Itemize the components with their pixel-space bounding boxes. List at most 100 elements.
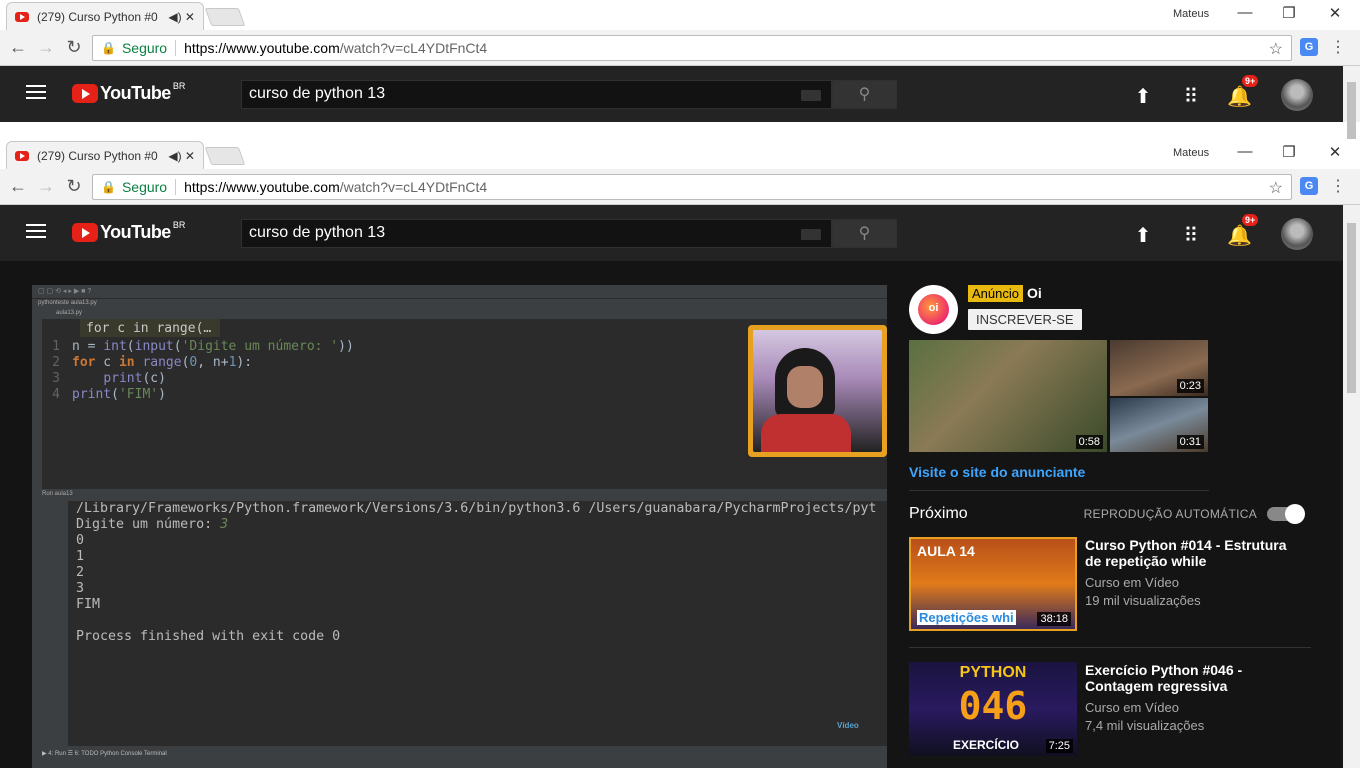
restore-icon[interactable]: ❐ [1279, 4, 1299, 22]
video-title[interactable]: Exercício Python #046 - Contagem regress… [1085, 662, 1305, 694]
avatar[interactable] [1281, 218, 1313, 250]
channel-name[interactable]: Curso em Vídeo [1085, 575, 1305, 590]
duration-badge: 0:23 [1176, 379, 1204, 393]
ad-header: oi Anúncio Oi INSCREVER-SE [909, 285, 1309, 334]
reload-icon[interactable]: ↻ [63, 37, 85, 58]
visit-advertiser-link[interactable]: Visite o site do anunciante [909, 464, 1309, 480]
advertiser-logo[interactable]: oi [909, 285, 958, 334]
search-input[interactable]: curso de python 13 [241, 80, 832, 109]
scrollbar[interactable] [1343, 66, 1360, 139]
back-icon[interactable]: ← [7, 176, 29, 197]
profile-name[interactable]: Mateus [1173, 147, 1209, 159]
menu-icon[interactable]: ⋮ [1330, 37, 1346, 57]
console-output: 0 1 2 3 FIM Process finished with exit code 0 [76, 533, 879, 645]
youtube-logo[interactable]: YouTube BR [72, 81, 185, 104]
forward-icon[interactable]: → [35, 37, 57, 58]
divider [175, 179, 177, 195]
hamburger-icon[interactable] [26, 224, 46, 240]
line-number: 1 [52, 339, 60, 354]
ide-file-tab: aula13.py [32, 309, 887, 319]
reload-icon[interactable]: ↻ [63, 176, 85, 197]
recommended-video[interactable]: AULA 14 Repetições whi 38:18 Curso Pytho… [909, 537, 1309, 631]
youtube-favicon-icon [15, 150, 29, 161]
code-lines: 1n = int(input('Digite um número: ')) 2 fo… [42, 339, 354, 403]
thumbnail-text: PYTHON [959, 664, 1027, 681]
browser-tab[interactable]: (279) Curso Python #0 ◀) ✕ [6, 2, 204, 30]
tab-audio-close-icons[interactable]: ◀) ✕ [168, 10, 195, 24]
apps-icon[interactable]: ⠿ [1179, 223, 1203, 248]
close-icon[interactable]: ✕ [1325, 4, 1345, 22]
ad-video-thumbnail[interactable]: 0:31 [1110, 398, 1208, 452]
code-token: )) [338, 339, 354, 354]
scrollbar[interactable] [1343, 205, 1360, 768]
code-token: 'FIM' [118, 387, 159, 402]
video-thumbnail[interactable]: AULA 14 Repetições whi 38:18 [909, 537, 1077, 631]
video-title[interactable]: Curso Python #014 - Estrutura de repetiç… [1085, 537, 1305, 569]
new-tab-button[interactable] [204, 147, 246, 165]
code-token: c [95, 355, 119, 370]
view-count: 19 mil visualizações [1085, 593, 1201, 608]
run-console: /Library/Frameworks/Python.framework/Ver… [68, 501, 887, 746]
ad-video-thumbnail[interactable]: 0:58 [909, 340, 1107, 452]
url-host: https://www.youtube.com [184, 179, 340, 195]
browser-tab[interactable]: (279) Curso Python #0 ◀) ✕ [6, 141, 204, 169]
duration-badge: 0:31 [1176, 435, 1204, 449]
forward-icon[interactable]: → [35, 176, 57, 197]
recommended-video[interactable]: PYTHON 046 EXERCÍCIO 7:25 Exercício Pyth… [909, 662, 1309, 756]
hamburger-icon[interactable] [26, 85, 46, 101]
tab-audio-close-icons[interactable]: ◀) ✕ [168, 149, 195, 163]
code-token: , n+ [197, 355, 229, 370]
browser-window: (279) Curso Python #0 ◀) ✕ Mateus — ❐ ✕ … [0, 139, 1360, 768]
translate-icon[interactable]: G [1300, 38, 1318, 56]
advertiser-name[interactable]: Oi [1027, 285, 1042, 301]
console-line: 2 [76, 565, 85, 580]
code-token: print [72, 387, 112, 402]
upload-icon[interactable]: ⬆ [1131, 223, 1155, 248]
thumbnail-text: AULA 14 [917, 543, 975, 559]
keyboard-icon[interactable] [801, 90, 821, 101]
browser-window-back: (279) Curso Python #0 ◀) ✕ Mateus — ❐ ✕ … [0, 0, 1360, 139]
keyboard-icon[interactable] [801, 229, 821, 240]
search-button[interactable]: ⚲ [832, 80, 897, 109]
translate-icon[interactable]: G [1300, 177, 1318, 195]
scrollbar-thumb[interactable] [1347, 82, 1356, 139]
profile-name[interactable]: Mateus [1173, 8, 1209, 20]
search-input[interactable]: curso de python 13 [241, 219, 832, 248]
code-line: 4 print('FIM') [42, 387, 354, 403]
new-tab-button[interactable] [204, 8, 246, 26]
back-icon[interactable]: ← [7, 37, 29, 58]
video-player[interactable]: ▢ ▢ ⟲ ◂ ▸ ▶ ■ ? pythonteste aula13.py au… [32, 285, 887, 768]
star-icon[interactable]: ☆ [1269, 178, 1283, 198]
star-icon[interactable]: ☆ [1269, 39, 1283, 59]
url-path: /watch?v=cL4YDtFnCt4 [339, 179, 488, 195]
video-thumbnail[interactable]: PYTHON 046 EXERCÍCIO 7:25 [909, 662, 1077, 756]
search-button[interactable]: ⚲ [832, 219, 897, 248]
view-count: 7,4 mil visualizações [1085, 718, 1205, 733]
ide-toolbar: ▢ ▢ ⟲ ◂ ▸ ▶ ■ ? [32, 285, 887, 299]
autoplay-toggle[interactable] [1267, 504, 1305, 524]
divider [909, 647, 1311, 648]
bell-icon[interactable]: 🔔 [1227, 84, 1252, 109]
apps-icon[interactable]: ⠿ [1179, 84, 1203, 109]
menu-icon[interactable]: ⋮ [1330, 176, 1346, 196]
address-bar[interactable]: 🔒 Seguro https://www.youtube.com/watch?v… [92, 174, 1292, 200]
up-next-label: Próximo [909, 505, 968, 522]
upload-icon[interactable]: ⬆ [1131, 84, 1155, 109]
minimize-icon[interactable]: — [1235, 4, 1255, 21]
subscribe-button[interactable]: INSCREVER-SE [968, 309, 1082, 330]
avatar[interactable] [1281, 79, 1313, 111]
youtube-logo[interactable]: YouTube BR [72, 220, 185, 243]
bell-icon[interactable]: 🔔 [1227, 223, 1252, 248]
notification-badge: 9+ [1242, 75, 1259, 87]
code-token: ) [158, 387, 166, 402]
minimize-icon[interactable]: — [1235, 143, 1255, 160]
close-icon[interactable]: ✕ [1325, 143, 1345, 161]
presenter-face [787, 366, 823, 408]
ad-video-thumbnail[interactable]: 0:23 [1110, 340, 1208, 396]
scrollbar-thumb[interactable] [1347, 223, 1356, 393]
address-bar[interactable]: 🔒 Seguro https://www.youtube.com/watch?v… [92, 35, 1292, 61]
restore-icon[interactable]: ❐ [1279, 143, 1299, 161]
code-token: in [118, 355, 135, 370]
channel-name[interactable]: Curso em Vídeo [1085, 700, 1305, 715]
run-panel-header: Run aula13 [32, 489, 887, 501]
